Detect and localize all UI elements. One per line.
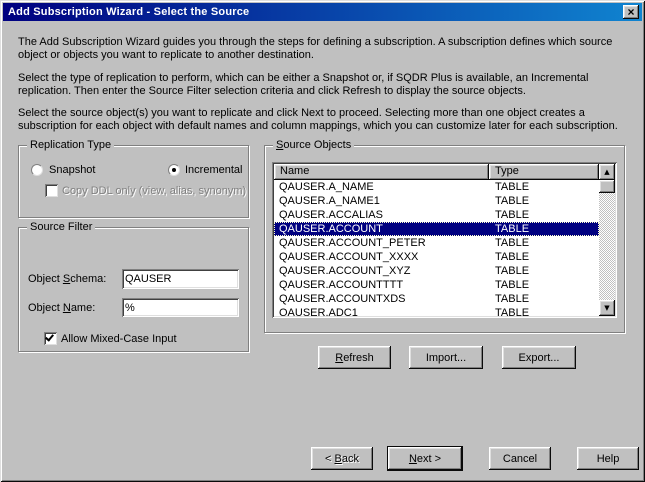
copy-ddl-checkbox[interactable] [45,184,58,197]
mixed-case-checkbox[interactable] [44,332,57,345]
table-row[interactable]: QAUSER.ACCOUNTTTTTABLE [274,278,599,292]
import-button[interactable]: Import... [409,346,483,369]
snapshot-radio[interactable] [31,164,43,176]
list-body: QAUSER.A_NAMETABLE QAUSER.A_NAME1TABLE Q… [274,180,599,316]
list-header: Name Type [274,164,599,180]
table-row[interactable]: QAUSER.ADC1TABLE [274,306,599,316]
source-filter-group: Source Filter Object Schema: Object Name… [18,227,249,352]
scroll-down-button[interactable]: ▼ [599,300,615,316]
arrow-down-icon: ▼ [604,305,609,312]
snapshot-radio-label[interactable]: Snapshot [49,164,95,177]
replication-type-group: Replication Type Snapshot Incremental Co… [18,145,249,218]
column-header-type[interactable]: Type [489,164,599,180]
object-schema-label: Object Schema: [28,273,106,286]
copy-ddl-checkbox-label[interactable]: Copy DDL only (view, alias, synonym) [62,185,246,198]
titlebar[interactable]: Add Subscription Wizard - Select the Sou… [3,3,642,21]
vertical-scrollbar[interactable]: ▲ ▼ [599,164,615,316]
replication-type-title: Replication Type [27,139,114,151]
incremental-radio[interactable] [168,164,180,176]
intro-paragraph-3: Select the source object(s) you want to … [18,107,627,133]
object-name-input[interactable] [122,298,239,317]
mixed-case-checkbox-label[interactable]: Allow Mixed-Case Input [61,333,177,346]
table-row[interactable]: QAUSER.ACCOUNT_XXXXTABLE [274,250,599,264]
source-filter-title: Source Filter [27,221,95,233]
table-row[interactable]: QAUSER.ACCOUNT_PETERTABLE [274,236,599,250]
add-subscription-wizard-dialog: Add Subscription Wizard - Select the Sou… [0,0,645,482]
source-objects-group: Source Objects Name Type QAUSER.A_NAMETA… [264,145,625,333]
source-objects-list: Name Type QAUSER.A_NAMETABLE QAUSER.A_NA… [272,162,617,318]
incremental-radio-label[interactable]: Incremental [185,164,242,177]
table-row[interactable]: QAUSER.A_NAME1TABLE [274,194,599,208]
refresh-button[interactable]: Refresh [318,346,391,369]
table-row-selected[interactable]: QAUSER.ACCOUNTTABLE [274,222,599,236]
help-button[interactable]: Help [577,447,639,470]
table-row[interactable]: QAUSER.ACCOUNTXDSTABLE [274,292,599,306]
source-objects-title: Source Objects [273,139,354,151]
window-title: Add Subscription Wizard - Select the Sou… [8,6,249,18]
back-button[interactable]: < Back [311,447,373,470]
arrow-up-icon: ▲ [604,169,609,176]
close-button[interactable]: × [623,5,639,19]
scrollbar-thumb[interactable] [599,180,615,193]
checkmark-icon [45,332,54,341]
table-row[interactable]: QAUSER.ACCALIASTABLE [274,208,599,222]
cancel-button[interactable]: Cancel [489,447,551,470]
export-button[interactable]: Export... [502,346,576,369]
next-button[interactable]: Next > [387,446,463,471]
table-row[interactable]: QAUSER.A_NAMETABLE [274,180,599,194]
object-schema-input[interactable] [122,269,239,289]
column-header-name[interactable]: Name [274,164,489,180]
intro-paragraph-1: The Add Subscription Wizard guides you t… [18,36,627,62]
object-name-label: Object Name: [28,302,95,315]
intro-paragraph-2: Select the type of replication to perfor… [18,72,627,98]
scroll-up-button[interactable]: ▲ [599,164,615,180]
table-row[interactable]: QAUSER.ACCOUNT_XYZTABLE [274,264,599,278]
close-icon: × [627,7,634,17]
